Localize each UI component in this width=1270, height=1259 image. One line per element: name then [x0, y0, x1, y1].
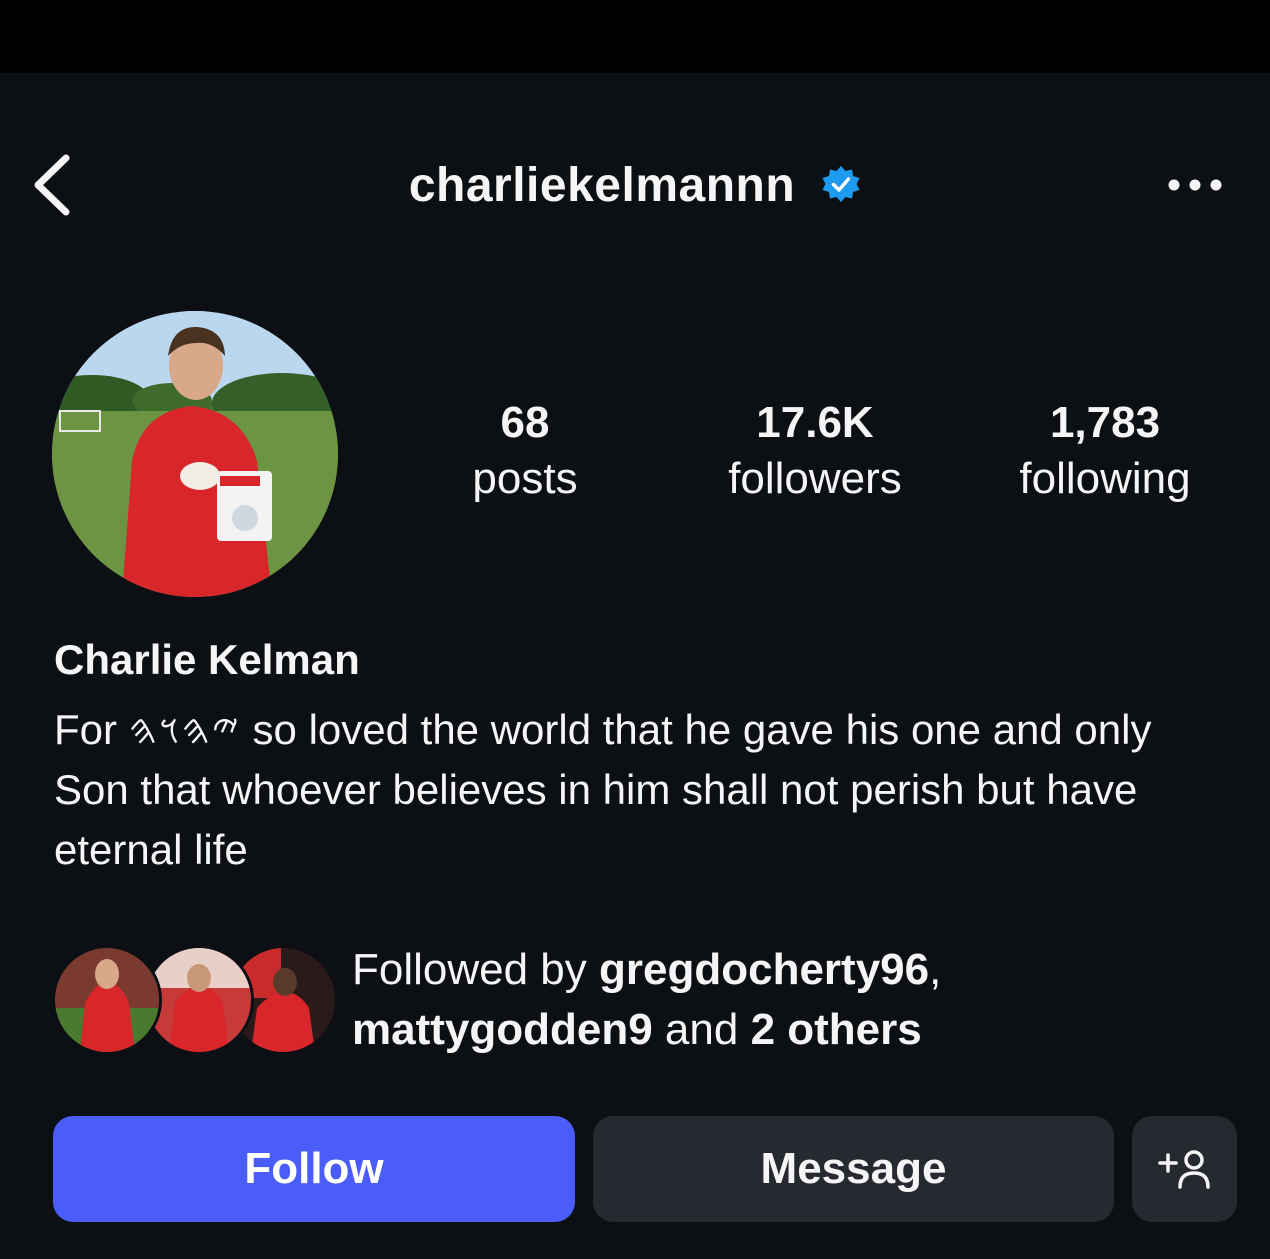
stat-followers-label: followers — [728, 454, 902, 503]
mutual-others: 2 others — [750, 1005, 922, 1054]
stat-posts-count: 68 — [500, 398, 550, 447]
followed-by-text[interactable]: Followed by gregdocherty96, mattygodden9 … — [352, 940, 1232, 1060]
mutual-followers-avatars[interactable] — [52, 945, 338, 1055]
stat-posts-label: posts — [472, 454, 578, 503]
bio-prefix: For — [54, 706, 129, 753]
followed-by-separator: , — [929, 945, 942, 994]
suggested-people-button[interactable] — [1132, 1116, 1237, 1222]
mutual-avatar-1 — [52, 945, 162, 1055]
status-bar — [0, 0, 1270, 73]
more-options-button[interactable] — [1160, 162, 1230, 208]
stat-posts[interactable]: 68 posts — [380, 395, 670, 515]
stat-followers[interactable]: 17.6K followers — [670, 395, 960, 515]
stat-following[interactable]: 1,783 following — [960, 395, 1250, 515]
more-dots-icon — [1168, 179, 1222, 191]
followed-by-and: and — [652, 1005, 751, 1054]
followed-by-prefix: Followed by — [352, 945, 600, 994]
profile-header: charliekelmannn — [0, 140, 1270, 230]
profile-display-name: Charlie Kelman — [54, 636, 360, 683]
follow-button-label: Follow — [244, 1144, 384, 1193]
mutual-user-2: mattygodden9 — [352, 1005, 653, 1054]
message-button[interactable]: Message — [593, 1116, 1114, 1222]
stat-following-label: following — [1019, 454, 1191, 503]
stat-followers-count: 17.6K — [756, 398, 874, 447]
message-button-label: Message — [760, 1144, 947, 1193]
verified-badge-icon — [822, 166, 860, 202]
profile-bio: For 𐤉𐤄𐤅𐤄 so loved the world that he gave… — [54, 700, 1214, 880]
mutual-user-1: gregdocherty96 — [599, 945, 930, 994]
profile-avatar[interactable] — [52, 311, 338, 597]
bio-glyph: 𐤉𐤄𐤅𐤄 — [128, 706, 241, 753]
follow-button[interactable]: Follow — [53, 1116, 575, 1222]
title-area: charliekelmannn — [0, 140, 1270, 230]
profile-username: charliekelmannn — [408, 158, 796, 212]
avatar-photo — [52, 311, 338, 597]
add-person-icon — [1157, 1150, 1210, 1189]
profile-stats: 68 posts 17.6K followers 1,783 following — [380, 395, 1250, 515]
stat-following-count: 1,783 — [1049, 398, 1161, 447]
